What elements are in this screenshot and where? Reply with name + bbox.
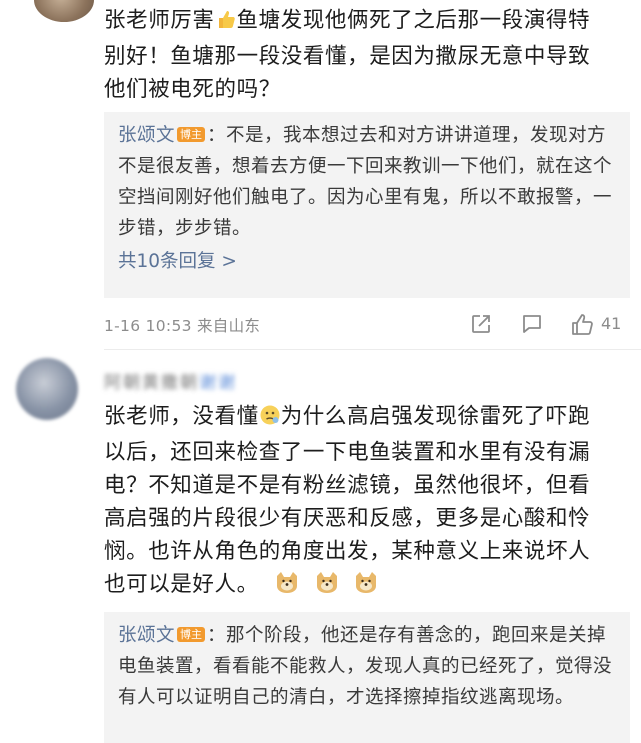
thumbs-up-icon — [215, 7, 237, 40]
divider — [104, 349, 641, 350]
like-count: 41 — [601, 314, 622, 333]
emoji-doge-icon — [274, 570, 300, 604]
username[interactable]: 阿朝黄撒朝谢谢 — [104, 368, 254, 390]
like-icon[interactable] — [570, 312, 596, 342]
comment-icon[interactable] — [520, 312, 544, 340]
author-badge: 博主 — [177, 627, 206, 642]
comment-meta: 1-16 10:53 来自山东 41 — [104, 312, 634, 340]
reply-author[interactable]: 张颂文 — [118, 125, 175, 146]
timestamp-location: 1-16 10:53 来自山东 — [104, 317, 261, 335]
emoji-thinking-icon — [259, 403, 281, 436]
avatar[interactable] — [16, 358, 78, 420]
reply-author[interactable]: 张颂文 — [118, 625, 175, 646]
share-icon[interactable] — [469, 312, 493, 340]
more-replies-link[interactable]: 共10条回复 > — [118, 246, 616, 277]
emoji-doge-icon — [314, 570, 340, 604]
author-badge: 博主 — [177, 127, 206, 142]
avatar[interactable] — [34, 0, 94, 22]
comment-text: 张老师厉害 鱼塘发现他俩死了之后那一段演得特 别好！鱼塘那一段没看懂，是因为撒尿无… — [104, 7, 591, 102]
comment-text: 张老师，没看懂 为什么高启强发现徐雷死了吓跑 以后，还回来检查了一下电鱼装置和水里… — [104, 400, 624, 604]
reply-box[interactable]: 张颂文 博主 ：不是，我本想过去和对方讲讲道理，发现对方不是很友善，想着去方便一下回… — [104, 112, 630, 298]
emoji-doge-icon — [353, 570, 379, 604]
reply-box[interactable]: 张颂文 博主 ：那个阶段，他还是存有善念的，跑回来是关掉电鱼装置，看看能不能救人，发… — [104, 612, 630, 743]
reply-text: 张颂文 博主 ：不是，我本想过去和对方讲讲道理，发现对方不是很友善，想着去方便一下回… — [118, 125, 613, 239]
reply-text: 张颂文 博主 ：那个阶段，他还是存有善念的，跑回来是关掉电鱼装置，看看能不能救人，发… — [118, 625, 613, 708]
